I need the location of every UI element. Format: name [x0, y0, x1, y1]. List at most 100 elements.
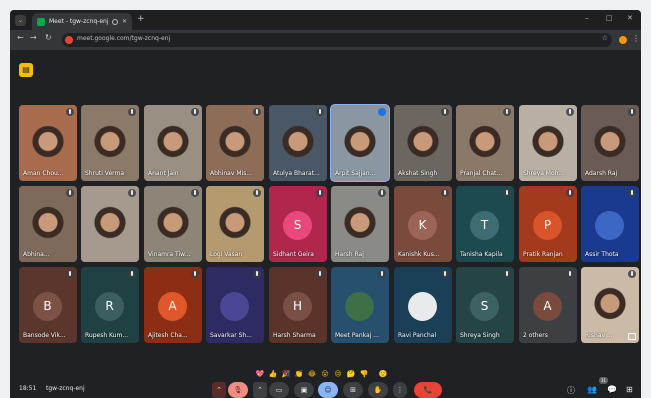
- participant-name: Tanisha Kapila: [460, 251, 503, 258]
- video-options-button[interactable]: ⌃: [253, 382, 267, 398]
- participant-tile[interactable]: Shruti Verma: [81, 105, 139, 181]
- participant-tile[interactable]: Aman Chou...: [19, 105, 77, 181]
- tab-meet[interactable]: Meet - tgw-zcnq-enj ✕: [32, 13, 132, 30]
- participant-name: Abhina...: [23, 251, 50, 258]
- participant-tile[interactable]: Vinamra Tiw...: [144, 186, 202, 262]
- meeting-info-icon[interactable]: ▤: [19, 63, 33, 77]
- audio-options-button[interactable]: ⌃: [212, 382, 226, 398]
- participant-avatar: H: [283, 292, 312, 321]
- participant-avatar: R: [95, 292, 124, 321]
- participant-tile[interactable]: Arpit Sajjan...: [330, 104, 390, 182]
- reaction-emoji-button[interactable]: 🤔: [346, 369, 356, 379]
- participant-tile[interactable]: T Tanisha Kapila: [456, 186, 514, 262]
- mic-muted-icon: [566, 108, 574, 116]
- participant-tile[interactable]: Harsh Raj: [331, 186, 389, 262]
- url-text[interactable]: meet.google.com/tgw-zcnq-enj: [77, 35, 170, 42]
- present-button[interactable]: ⊞: [343, 382, 363, 398]
- mic-muted-icon: [628, 189, 636, 197]
- participant-tile[interactable]: Rishav ...: [581, 267, 639, 343]
- participant-name: Rupesh Kum...: [85, 332, 129, 339]
- back-icon[interactable]: ←: [17, 33, 24, 42]
- participant-tile[interactable]: Atulya Bharat...: [269, 105, 327, 181]
- participant-name: Pranjal Chat...: [460, 170, 503, 177]
- participant-tile[interactable]: Abhina...: [19, 186, 77, 262]
- meet-stage: ▤ Aman Chou... Shruti Verma Anant Jain Abhi…: [10, 50, 641, 398]
- participant-tile[interactable]: R Rupesh Kum...: [81, 267, 139, 343]
- tab-search-icon[interactable]: ⌄: [15, 15, 26, 26]
- reload-icon[interactable]: ↻: [45, 33, 52, 42]
- participant-tile[interactable]: B Bansode Vik...: [19, 267, 77, 343]
- site-info-icon[interactable]: [65, 36, 73, 44]
- mic-muted-icon: [191, 108, 199, 116]
- captions-button[interactable]: ▣: [294, 382, 314, 398]
- more-options-button[interactable]: ⋮: [393, 382, 407, 398]
- participant-tile[interactable]: [81, 186, 139, 262]
- maximize-button[interactable]: □: [606, 14, 613, 22]
- participant-profile-image: [345, 292, 374, 321]
- profile-avatar-icon[interactable]: [619, 36, 627, 44]
- raise-hand-button[interactable]: ✋: [368, 382, 388, 398]
- bookmark-star-icon[interactable]: ☆: [602, 34, 608, 42]
- participant-name: Shruti Verma: [85, 170, 125, 177]
- close-window-button[interactable]: ✕: [627, 14, 633, 22]
- participant-tile[interactable]: Assir Thota: [581, 186, 639, 262]
- mic-muted-icon: [128, 270, 136, 278]
- reaction-emoji-button[interactable]: 😢: [333, 369, 343, 379]
- meeting-details-icon[interactable]: ⓘ: [567, 385, 575, 396]
- participant-tile[interactable]: Anant Jain: [144, 105, 202, 181]
- participant-tile[interactable]: Adarsh Raj: [581, 105, 639, 181]
- participant-tile[interactable]: S Sidhant Geira: [269, 186, 327, 262]
- mic-muted-icon: [441, 189, 449, 197]
- reaction-emoji-button[interactable]: 💖: [255, 369, 265, 379]
- browser-window: ⌄ Meet - tgw-zcnq-enj ✕ + – □ ✕ ← → ↻ me…: [10, 10, 641, 398]
- new-tab-button[interactable]: +: [137, 14, 145, 24]
- reaction-emoji-button[interactable]: 🙂: [378, 369, 388, 379]
- participant-tile[interactable]: S Shreya Singh: [456, 267, 514, 343]
- reaction-emoji-button[interactable]: 🎉: [281, 369, 291, 379]
- minimize-button[interactable]: –: [585, 14, 589, 22]
- browser-menu-icon[interactable]: ⋮: [632, 34, 640, 43]
- leave-call-button[interactable]: 📞: [414, 382, 442, 398]
- activities-icon[interactable]: ⊞: [626, 385, 633, 394]
- participant-tile[interactable]: A Ajitesh Cha...: [144, 267, 202, 343]
- participant-tile[interactable]: A 2 others: [519, 267, 577, 343]
- meeting-code[interactable]: tgw-zcnq-enj: [46, 385, 85, 392]
- people-icon[interactable]: 👥: [587, 385, 597, 394]
- reaction-emoji-button[interactable]: 👏: [294, 369, 304, 379]
- recording-indicator-icon: [111, 18, 118, 25]
- participant-tile[interactable]: Logi Vasan: [206, 186, 264, 262]
- speaking-indicator-icon: [378, 108, 386, 116]
- participant-name: Harsh Sharma: [273, 332, 316, 339]
- participant-tile[interactable]: Savarkar Sh...: [206, 267, 264, 343]
- camera-button[interactable]: ▭: [269, 382, 289, 398]
- participant-tile[interactable]: Abhinav Mis...: [206, 105, 264, 181]
- participant-name: Adarsh Raj: [585, 170, 618, 177]
- participant-tile[interactable]: Meet Pankaj ...: [331, 267, 389, 343]
- participant-tile[interactable]: P Pratik Ranjan: [519, 186, 577, 262]
- participant-tile[interactable]: H Harsh Sharma: [269, 267, 327, 343]
- forward-icon[interactable]: →: [30, 33, 37, 42]
- tab-bar: ⌄ Meet - tgw-zcnq-enj ✕ + – □ ✕: [10, 10, 641, 30]
- participant-name: Ravi Panchal: [398, 332, 437, 339]
- tab-close-icon[interactable]: ✕: [122, 18, 127, 25]
- mic-off-button[interactable]: 🎙: [228, 382, 248, 398]
- participant-avatar: S: [283, 211, 312, 240]
- reaction-emoji-button[interactable]: 😮: [320, 369, 330, 379]
- reaction-emoji-button[interactable]: 😂: [307, 369, 317, 379]
- participant-name: Vinamra Tiw...: [148, 251, 191, 258]
- mic-muted-icon: [66, 270, 74, 278]
- participant-tile[interactable]: K Kanishk Kus...: [394, 186, 452, 262]
- reactions-button[interactable]: ☺: [318, 382, 338, 398]
- omnibox[interactable]: meet.google.com/tgw-zcnq-enj ☆: [62, 33, 612, 47]
- participant-name: Meet Pankaj ...: [335, 332, 379, 339]
- participant-tile[interactable]: Akshat Singh: [394, 105, 452, 181]
- participant-tile[interactable]: Ravi Panchal: [394, 267, 452, 343]
- participant-tile[interactable]: Pranjal Chat...: [456, 105, 514, 181]
- reaction-emoji-button[interactable]: 👎: [359, 369, 369, 379]
- participant-profile-image: [595, 211, 624, 240]
- reaction-emoji-button[interactable]: 👍: [268, 369, 278, 379]
- participant-tile[interactable]: Shreya Moh...: [519, 105, 577, 181]
- chat-icon[interactable]: 💬: [607, 385, 617, 394]
- mic-muted-icon: [378, 189, 386, 197]
- mic-muted-icon: [378, 270, 386, 278]
